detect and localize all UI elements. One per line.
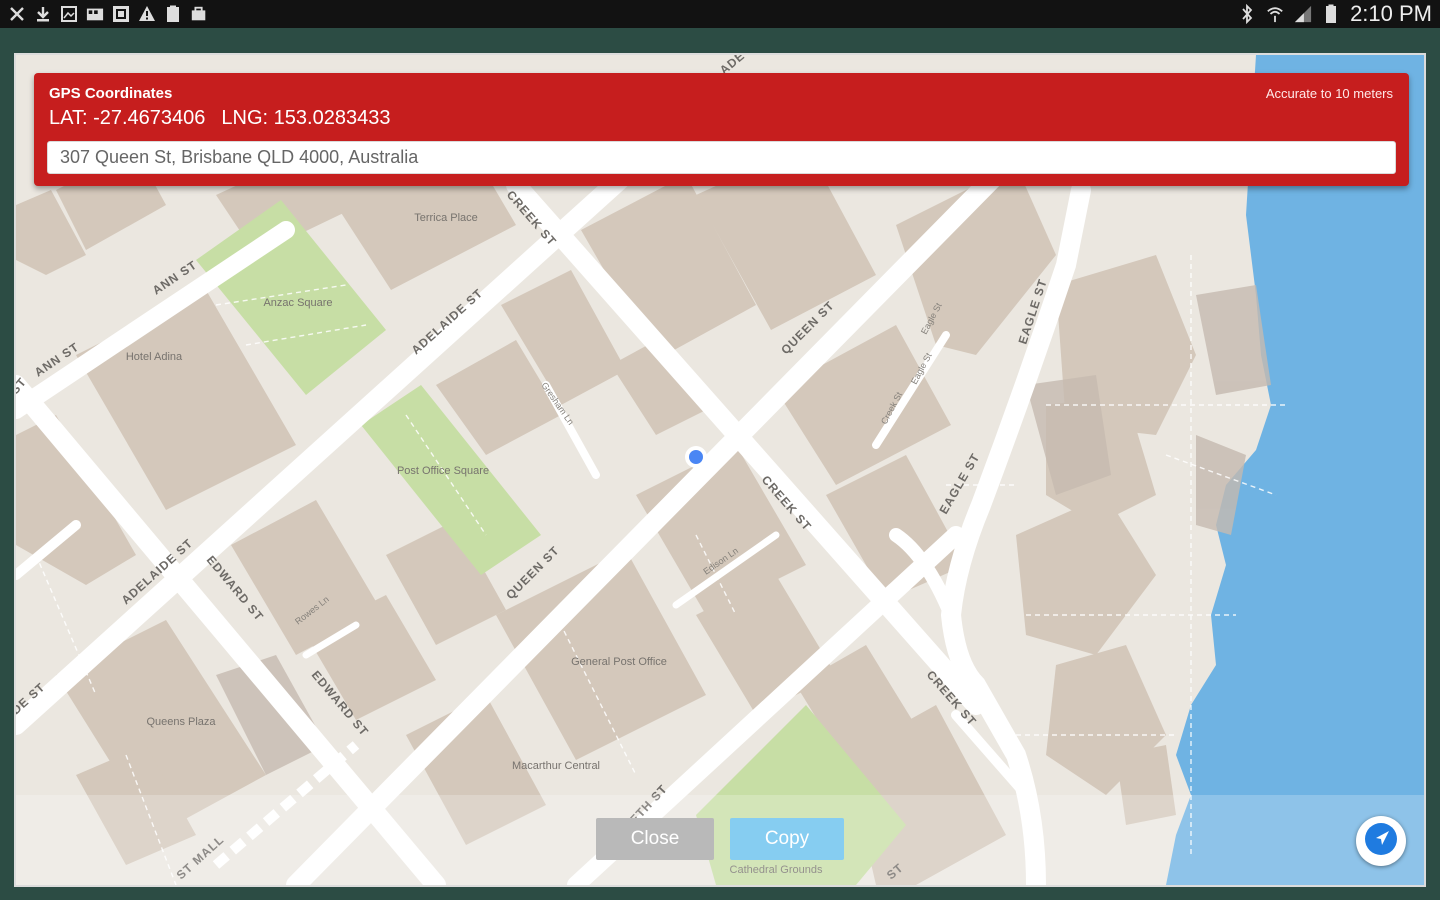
place-label: Macarthur Central xyxy=(512,760,600,772)
button-bar xyxy=(16,795,1424,885)
close-button[interactable]: Close xyxy=(596,818,714,860)
signal-icon xyxy=(1294,5,1312,23)
my-location-button[interactable] xyxy=(1356,816,1406,866)
place-label: General Post Office xyxy=(571,656,667,668)
map-dialog: ANN ST ANN ST ST ADELAIDE ST ADELAIDE ST… xyxy=(16,55,1424,885)
clock: 2:10 PM xyxy=(1350,1,1432,26)
clipboard-icon xyxy=(164,5,182,23)
navigation-arrow-icon xyxy=(1364,822,1398,861)
latitude-value: LAT: -27.4673406 xyxy=(49,107,206,129)
place-label: Queens Plaza xyxy=(146,716,216,728)
warning-icon xyxy=(138,5,156,23)
place-label: Hotel Adina xyxy=(126,351,183,363)
address-field[interactable]: 307 Queen St, Brisbane QLD 4000, Austral… xyxy=(47,141,1396,174)
place-label: Post Office Square xyxy=(397,465,489,477)
download-icon xyxy=(34,5,52,23)
current-location-marker xyxy=(689,450,703,464)
bluetooth-icon xyxy=(1238,4,1256,24)
battery-icon xyxy=(1322,4,1340,23)
address-text: 307 Queen St, Brisbane QLD 4000, Austral… xyxy=(60,147,419,167)
notification-icons xyxy=(8,2,208,26)
coordinates-row: LAT: -27.4673406 LNG: 153.0283433 xyxy=(49,107,390,130)
accuracy-label: Accurate to 10 meters xyxy=(1265,86,1393,101)
gallery-icon xyxy=(112,5,130,23)
gps-coordinates-panel: GPS Coordinates Accurate to 10 meters LA… xyxy=(34,73,1409,186)
place-label: Anzac Square xyxy=(263,297,332,309)
usb-icon xyxy=(8,5,26,23)
photo-album-icon xyxy=(86,5,104,23)
longitude-value: LNG: 153.0283433 xyxy=(221,107,391,129)
image-icon xyxy=(60,5,78,23)
briefcase-icon xyxy=(190,5,208,23)
copy-button[interactable]: Copy xyxy=(730,818,844,860)
place-label: Terrica Place xyxy=(414,212,478,224)
panel-title: GPS Coordinates xyxy=(49,85,173,102)
system-tray: 2:10 PM xyxy=(1238,1,1432,26)
status-bar: 2:10 PM xyxy=(0,0,1440,28)
wifi-icon xyxy=(1266,5,1284,23)
